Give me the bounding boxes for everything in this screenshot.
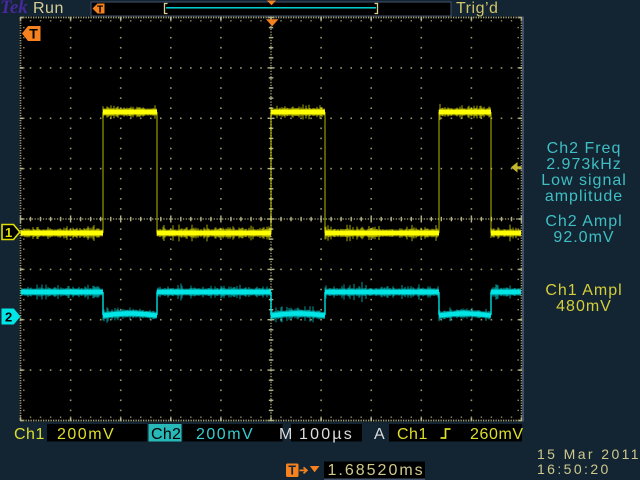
svg-text:1: 1 [5,225,12,240]
svg-text:2: 2 [5,310,12,325]
svg-text:T: T [288,464,296,478]
svg-text:T: T [97,5,103,16]
svg-text:T: T [29,26,38,42]
